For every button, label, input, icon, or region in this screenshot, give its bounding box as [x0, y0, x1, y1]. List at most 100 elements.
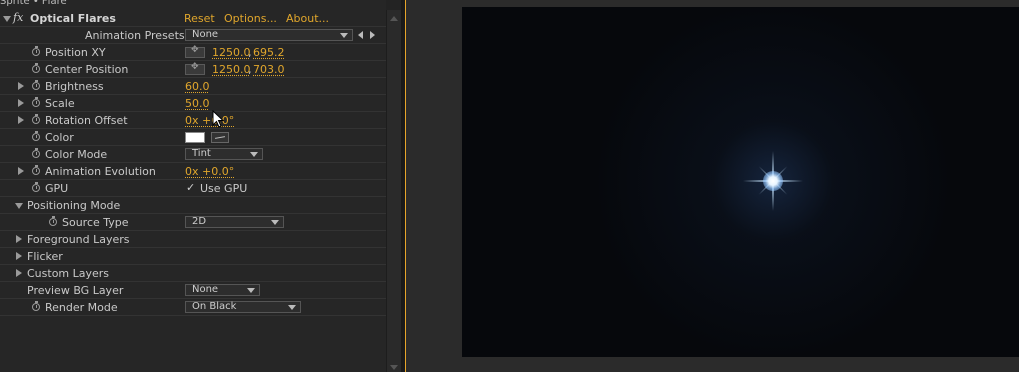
position-xy-row: Position XY 1250.0 , 695.2 [0, 44, 386, 61]
stopwatch-icon[interactable] [32, 46, 40, 56]
flicker-label: Flicker [27, 250, 63, 263]
collapse-triangle[interactable] [15, 203, 23, 209]
expand-triangle[interactable] [16, 235, 22, 243]
source-type-label: Source Type [62, 216, 129, 229]
flare-ambient-glow [462, 7, 1019, 357]
brightness-label: Brightness [45, 80, 104, 93]
composition-canvas[interactable] [462, 7, 1019, 357]
stopwatch-icon[interactable] [32, 182, 40, 192]
position-xy-label: Position XY [45, 46, 106, 59]
expand-triangle[interactable] [18, 167, 24, 175]
about-link[interactable]: About... [286, 12, 329, 25]
preview-bg-layer-label: Preview BG Layer [27, 284, 124, 297]
chevron-down-icon [271, 220, 279, 225]
preview-bg-layer-value: None [192, 284, 219, 295]
stopwatch-icon[interactable] [32, 97, 40, 107]
rotation-offset-label: Rotation Offset [45, 114, 128, 127]
expand-triangle[interactable] [18, 99, 24, 107]
use-gpu-label: Use GPU [200, 182, 248, 195]
positioning-mode-label: Positioning Mode [27, 199, 121, 212]
positioning-mode-row[interactable]: Positioning Mode [0, 197, 386, 214]
scale-value[interactable]: 50.0 [185, 97, 210, 110]
mouse-cursor-icon [212, 110, 224, 128]
scale-label: Scale [45, 97, 75, 110]
render-mode-label: Render Mode [45, 301, 118, 314]
expand-triangle[interactable] [18, 82, 24, 90]
stopwatch-icon[interactable] [32, 80, 40, 90]
preview-bg-layer-dropdown[interactable]: None [185, 284, 260, 296]
animation-evolution-row: Animation Evolution 0x +0.0° [0, 163, 386, 180]
stopwatch-icon[interactable] [32, 301, 40, 311]
chevron-down-icon [340, 33, 348, 38]
scale-row: Scale 50.0 [0, 95, 386, 112]
custom-layers-row[interactable]: Custom Layers [0, 265, 386, 282]
chevron-down-icon [247, 288, 255, 293]
scroll-down-arrow-icon[interactable] [390, 365, 398, 370]
stopwatch-icon[interactable] [32, 148, 40, 158]
source-type-dropdown[interactable]: 2D [185, 216, 284, 228]
source-type-row: Source Type 2D [0, 214, 386, 231]
foreground-layers-row[interactable]: Foreground Layers [0, 231, 386, 248]
collapse-effect-triangle[interactable] [3, 16, 11, 22]
eyedropper-icon[interactable] [211, 132, 229, 143]
color-mode-row: Color Mode Tint [0, 146, 386, 163]
brightness-row: Brightness 60.0 [0, 78, 386, 95]
animation-presets-value: None [192, 29, 219, 40]
expand-triangle[interactable] [16, 269, 22, 277]
custom-layers-label: Custom Layers [27, 267, 110, 280]
expand-triangle[interactable] [18, 116, 24, 124]
center-y-value[interactable]: 703.0 [253, 63, 285, 76]
animation-presets-dropdown[interactable]: None [185, 29, 353, 41]
center-x-value[interactable]: 1250.0 [212, 63, 251, 76]
chevron-down-icon [288, 305, 296, 310]
effect-name: Optical Flares [30, 12, 116, 25]
stopwatch-icon[interactable] [32, 63, 40, 73]
position-y-value[interactable]: 695.2 [253, 46, 285, 59]
scroll-up-arrow-icon[interactable] [390, 16, 398, 21]
chevron-down-icon [250, 152, 258, 157]
stopwatch-icon[interactable] [32, 131, 40, 141]
previous-preset-icon[interactable] [358, 31, 363, 39]
render-mode-dropdown[interactable]: On Black [185, 301, 301, 313]
animation-presets-row: Animation Presets: None [0, 27, 386, 44]
color-swatch[interactable] [185, 132, 205, 143]
render-mode-value: On Black [192, 301, 237, 312]
brightness-value[interactable]: 60.0 [185, 80, 210, 93]
next-preset-icon[interactable] [370, 31, 375, 39]
position-x-value[interactable]: 1250.0 [212, 46, 251, 59]
panel-scrollbar[interactable] [386, 10, 401, 372]
stopwatch-icon[interactable] [49, 216, 57, 226]
preview-bg-layer-row: Preview BG Layer None [0, 282, 386, 299]
panel-tab-title[interactable]: Sprite • Flare [0, 0, 67, 8]
rotation-offset-value[interactable]: 0x +0.0° [185, 114, 234, 127]
gpu-label: GPU [45, 182, 69, 195]
rotation-offset-row: Rotation Offset 0x +0.0° [0, 112, 386, 129]
color-mode-value: Tint [192, 148, 211, 159]
render-mode-row: Render Mode On Black [0, 299, 386, 316]
options-link[interactable]: Options... [224, 12, 277, 25]
flare-core [763, 171, 783, 191]
color-row: Color [0, 129, 386, 146]
animation-evolution-value[interactable]: 0x +0.0° [185, 165, 234, 178]
fx-toggle[interactable]: fx [13, 11, 23, 24]
source-type-value: 2D [192, 216, 207, 227]
comma-separator: , [248, 46, 252, 59]
reset-link[interactable]: Reset [184, 12, 215, 25]
center-target-button[interactable] [185, 62, 205, 75]
effect-controls-panel: Sprite • Flare fx Optical Flares Reset O… [0, 0, 386, 372]
stopwatch-icon[interactable] [32, 165, 40, 175]
animation-presets-label: Animation Presets: [85, 29, 189, 42]
use-gpu-checkbox[interactable]: ✓ [186, 182, 196, 193]
foreground-layers-label: Foreground Layers [27, 233, 130, 246]
comma-separator: , [248, 63, 252, 76]
flicker-row[interactable]: Flicker [0, 248, 386, 265]
color-mode-dropdown[interactable]: Tint [185, 148, 263, 160]
composition-viewer [406, 0, 1019, 372]
expand-triangle[interactable] [16, 252, 22, 260]
center-position-row: Center Position 1250.0 , 703.0 [0, 61, 386, 78]
stopwatch-icon[interactable] [32, 114, 40, 124]
color-mode-label: Color Mode [45, 148, 108, 161]
center-position-label: Center Position [45, 63, 129, 76]
position-target-button[interactable] [185, 45, 205, 58]
effect-header-row[interactable]: fx Optical Flares Reset Options... About… [0, 10, 386, 27]
